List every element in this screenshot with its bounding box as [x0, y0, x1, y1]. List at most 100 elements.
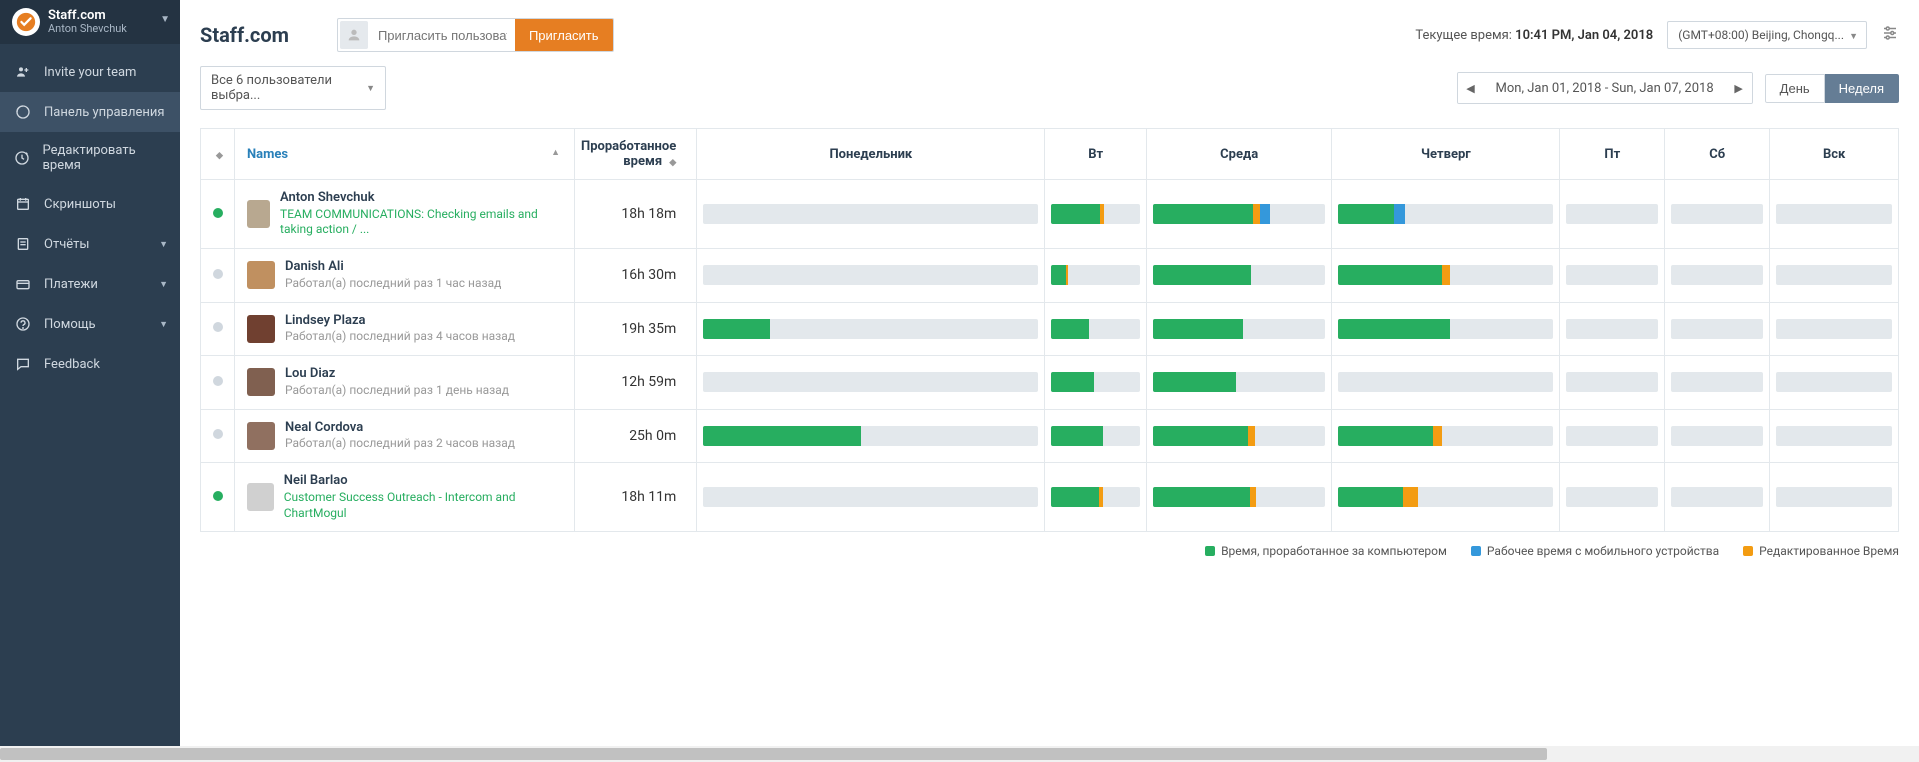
- day-cell[interactable]: [697, 249, 1045, 302]
- day-cell[interactable]: [1560, 409, 1665, 462]
- day-cell[interactable]: [1332, 463, 1560, 532]
- user-cell[interactable]: Neil BarlaoCustomer Success Outreach - I…: [235, 463, 575, 532]
- time-cell: 18h 11m: [575, 463, 697, 532]
- invite-input[interactable]: [370, 19, 515, 51]
- day-cell[interactable]: [1332, 409, 1560, 462]
- horizontal-scrollbar[interactable]: [0, 746, 1919, 762]
- day-cell[interactable]: [1665, 409, 1770, 462]
- filters-row: Все 6 пользователи выбра... ▼ ◀ Mon, Jan…: [180, 66, 1919, 128]
- time-bar: [703, 426, 1038, 446]
- status-dot: [213, 208, 223, 218]
- day-cell[interactable]: [697, 302, 1045, 355]
- date-prev-button[interactable]: ◀: [1458, 73, 1484, 103]
- time-bar: [1153, 204, 1325, 224]
- timezone-select[interactable]: (GMT+08:00) Beijing, Chongq... ▼: [1667, 21, 1867, 49]
- user-filter-label: Все 6 пользователи выбра...: [211, 73, 366, 103]
- day-cell[interactable]: [1146, 180, 1331, 249]
- day-cell[interactable]: [1332, 180, 1560, 249]
- user-filter-select[interactable]: Все 6 пользователи выбра... ▼: [200, 66, 386, 110]
- day-cell[interactable]: [1770, 463, 1899, 532]
- sidebar: Staff.com Anton Shevchuk ▼ Invite your t…: [0, 0, 180, 762]
- view-toggle: День Неделя: [1765, 74, 1899, 103]
- user-name: Lou Diaz: [285, 366, 509, 383]
- user-cell[interactable]: Lindsey PlazaРаботал(а) последний раз 4 …: [235, 302, 575, 355]
- time-bar: [1153, 319, 1325, 339]
- day-cell[interactable]: [1146, 409, 1331, 462]
- user-subtitle: TEAM COMMUNICATIONS: Checking emails and…: [280, 207, 568, 238]
- sidebar-item-4[interactable]: Отчёты▼: [0, 224, 180, 264]
- day-cell[interactable]: [1045, 180, 1147, 249]
- day-cell[interactable]: [1045, 302, 1147, 355]
- day-cell[interactable]: [1146, 249, 1331, 302]
- day-cell[interactable]: [697, 180, 1045, 249]
- day-cell[interactable]: [1665, 180, 1770, 249]
- names-header[interactable]: Names▲: [235, 129, 575, 180]
- day-cell[interactable]: [1665, 463, 1770, 532]
- day-cell[interactable]: [1560, 356, 1665, 409]
- sidebar-item-2[interactable]: Редактировать время: [0, 132, 180, 184]
- time-header[interactable]: Проработанное время ◆: [575, 129, 697, 180]
- day-cell[interactable]: [1146, 302, 1331, 355]
- day-cell[interactable]: [1045, 409, 1147, 462]
- nav-icon: [14, 149, 31, 167]
- user-cell[interactable]: Lou DiazРаботал(а) последний раз 1 день …: [235, 356, 575, 409]
- sidebar-item-0[interactable]: Invite your team: [0, 52, 180, 92]
- time-bar: [1776, 265, 1892, 285]
- user-cell[interactable]: Danish AliРаботал(а) последний раз 1 час…: [235, 249, 575, 302]
- time-bar: [1566, 372, 1658, 392]
- day-cell[interactable]: [1332, 249, 1560, 302]
- day-cell[interactable]: [1560, 180, 1665, 249]
- sidebar-item-7[interactable]: Feedback: [0, 344, 180, 384]
- day-cell[interactable]: [1560, 249, 1665, 302]
- time-bar: [1566, 265, 1658, 285]
- day-cell[interactable]: [1560, 463, 1665, 532]
- day-cell[interactable]: [1665, 302, 1770, 355]
- day-cell[interactable]: [1770, 356, 1899, 409]
- topbar: Staff.com Пригласить Текущее время: 10:4…: [180, 0, 1919, 66]
- user-cell[interactable]: Anton ShevchukTEAM COMMUNICATIONS: Check…: [235, 180, 575, 249]
- sidebar-item-6[interactable]: Помощь▼: [0, 304, 180, 344]
- time-bar: [1776, 204, 1892, 224]
- sidebar-item-5[interactable]: Платежи▼: [0, 264, 180, 304]
- day-cell[interactable]: [697, 356, 1045, 409]
- day-cell[interactable]: [1770, 302, 1899, 355]
- scrollbar-thumb[interactable]: [0, 748, 1547, 760]
- time-cell: 16h 30m: [575, 249, 697, 302]
- settings-icon[interactable]: [1881, 24, 1899, 46]
- view-week-button[interactable]: Неделя: [1825, 74, 1899, 103]
- time-bar: [1338, 265, 1553, 285]
- sidebar-item-3[interactable]: Скриншоты: [0, 184, 180, 224]
- day-cell[interactable]: [1770, 180, 1899, 249]
- sidebar-item-1[interactable]: Панель управления: [0, 92, 180, 132]
- nav-label: Invite your team: [44, 65, 136, 80]
- day-cell[interactable]: [697, 409, 1045, 462]
- day-cell[interactable]: [697, 463, 1045, 532]
- day-cell[interactable]: [1146, 356, 1331, 409]
- day-header-1: Вт: [1045, 129, 1147, 180]
- brand-title: Staff.com: [48, 9, 127, 23]
- day-cell[interactable]: [1560, 302, 1665, 355]
- status-cell: [201, 409, 235, 462]
- brand-header[interactable]: Staff.com Anton Shevchuk ▼: [0, 0, 180, 44]
- legend-computer: Время, проработанное за компьютером: [1205, 544, 1447, 558]
- status-header[interactable]: ◆: [201, 129, 235, 180]
- day-cell[interactable]: [1045, 463, 1147, 532]
- day-cell[interactable]: [1332, 302, 1560, 355]
- timesheet-table: ◆ Names▲ Проработанное время ◆ Понедельн…: [200, 128, 1899, 532]
- invite-button[interactable]: Пригласить: [515, 19, 613, 51]
- date-next-button[interactable]: ▶: [1726, 73, 1752, 103]
- day-cell[interactable]: [1146, 463, 1331, 532]
- time-bar: [703, 319, 1038, 339]
- day-cell[interactable]: [1770, 249, 1899, 302]
- day-cell[interactable]: [1045, 249, 1147, 302]
- time-bar: [1566, 204, 1658, 224]
- day-cell[interactable]: [1770, 409, 1899, 462]
- user-cell[interactable]: Neal CordovaРаботал(а) последний раз 2 ч…: [235, 409, 575, 462]
- time-bar: [1566, 426, 1658, 446]
- day-cell[interactable]: [1665, 356, 1770, 409]
- day-cell[interactable]: [1332, 356, 1560, 409]
- view-day-button[interactable]: День: [1765, 74, 1825, 103]
- date-range[interactable]: Mon, Jan 01, 2018 - Sun, Jan 07, 2018: [1484, 81, 1726, 96]
- day-cell[interactable]: [1665, 249, 1770, 302]
- day-cell[interactable]: [1045, 356, 1147, 409]
